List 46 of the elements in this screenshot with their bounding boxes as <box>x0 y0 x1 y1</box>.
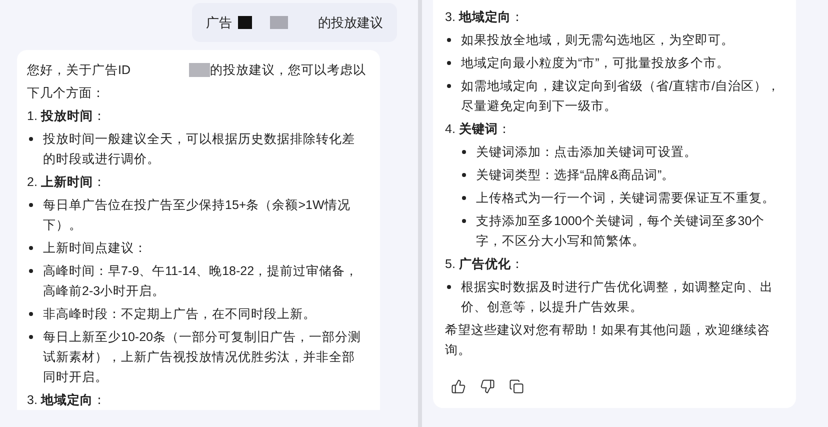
closing-text: 希望这些建议对您有帮助！如果有其他问题，欢迎继续咨询。 <box>445 322 771 359</box>
bullet-icon <box>447 84 451 88</box>
redaction-block <box>238 16 252 29</box>
bullet-icon <box>29 203 33 207</box>
bullet-icon <box>447 61 451 65</box>
bullet-icon <box>462 173 466 177</box>
bullet-text: 如果投放全地域，则无需勾选地区，为空即可。 <box>461 32 735 49</box>
bullet-text: 如需地域定向，建议定向到省级（省/直辖市/自治区），尽量避免定向到下一级市。 <box>461 78 781 115</box>
thumbs-down-icon[interactable] <box>478 377 497 396</box>
bullet-icon <box>447 285 451 289</box>
intro-text: 的投放建议，您可以考虑以 <box>210 62 366 79</box>
section-heading: 3. 地域定向： <box>27 392 107 409</box>
bullet-icon <box>29 335 33 339</box>
bullet-text: 关键词类型：选择“品牌&商品词”。 <box>476 167 676 184</box>
bullet-text: 上传格式为一行一个词，关键词需要保证互不重复。 <box>476 190 776 207</box>
bullet-text: 上新时间点建议： <box>43 240 148 257</box>
bullet-icon <box>29 137 33 141</box>
bullet-text: 每日上新至少10-20条（一部分可复制旧广告，一部分测试新素材），上新广告视投放情况优胜劣汰，并非全部同时开启。 <box>43 329 362 386</box>
bullet-icon <box>447 38 451 42</box>
bullet-text: 每日单广告位在投广告至少保持15+条（余额>1W情况下）。 <box>43 197 352 234</box>
bullet-text: 根据实时数据及时进行广告优化调整，如调整定向、出价、创意等，以提升广告效果。 <box>461 279 774 316</box>
bullet-icon <box>462 150 466 154</box>
section-heading: 1. 投放时间： <box>27 108 107 125</box>
bullet-text: 高峰时间：早7-9、午11-14、晚18-22，提前过审储备，高峰前2-3小时开启。 <box>43 263 360 300</box>
bullet-text: 关键词添加：点击添加关键词可设置。 <box>476 144 698 161</box>
section-heading: 4. 关键词： <box>445 121 512 138</box>
bullet-icon <box>462 196 466 200</box>
section-heading: 3. 地域定向： <box>445 9 525 26</box>
redaction-block <box>188 63 210 77</box>
bullet-icon <box>29 246 33 250</box>
bullet-text: 支持添加至多1000个关键词，每个关键词至多30个字，不区分大小写和简繁体。 <box>476 213 766 250</box>
thumbs-up-icon[interactable] <box>449 377 468 396</box>
bullet-icon <box>29 269 33 273</box>
bullet-icon <box>29 312 33 316</box>
intro-text: 您好，关于广告ID <box>27 62 130 79</box>
message-text: 的投放建议 <box>318 14 383 32</box>
bullet-text: 地域定向最小粒度为“市”，可批量投放多个市。 <box>461 55 730 72</box>
section-heading: 2. 上新时间： <box>27 174 107 191</box>
redaction-block <box>270 16 288 29</box>
intro-text: 下几个方面： <box>27 85 106 102</box>
section-heading: 5. 广告优化： <box>445 256 525 273</box>
message-text: 广告 <box>206 14 232 32</box>
copy-icon[interactable] <box>507 377 526 396</box>
bullet-text: 投放时间一般建议全天，可以根据历史数据排除转化差的时段或进行调价。 <box>43 131 356 168</box>
bullet-icon <box>462 219 466 223</box>
bullet-text: 非高峰时段：不定期上广告，在不同时段上新。 <box>43 306 317 323</box>
